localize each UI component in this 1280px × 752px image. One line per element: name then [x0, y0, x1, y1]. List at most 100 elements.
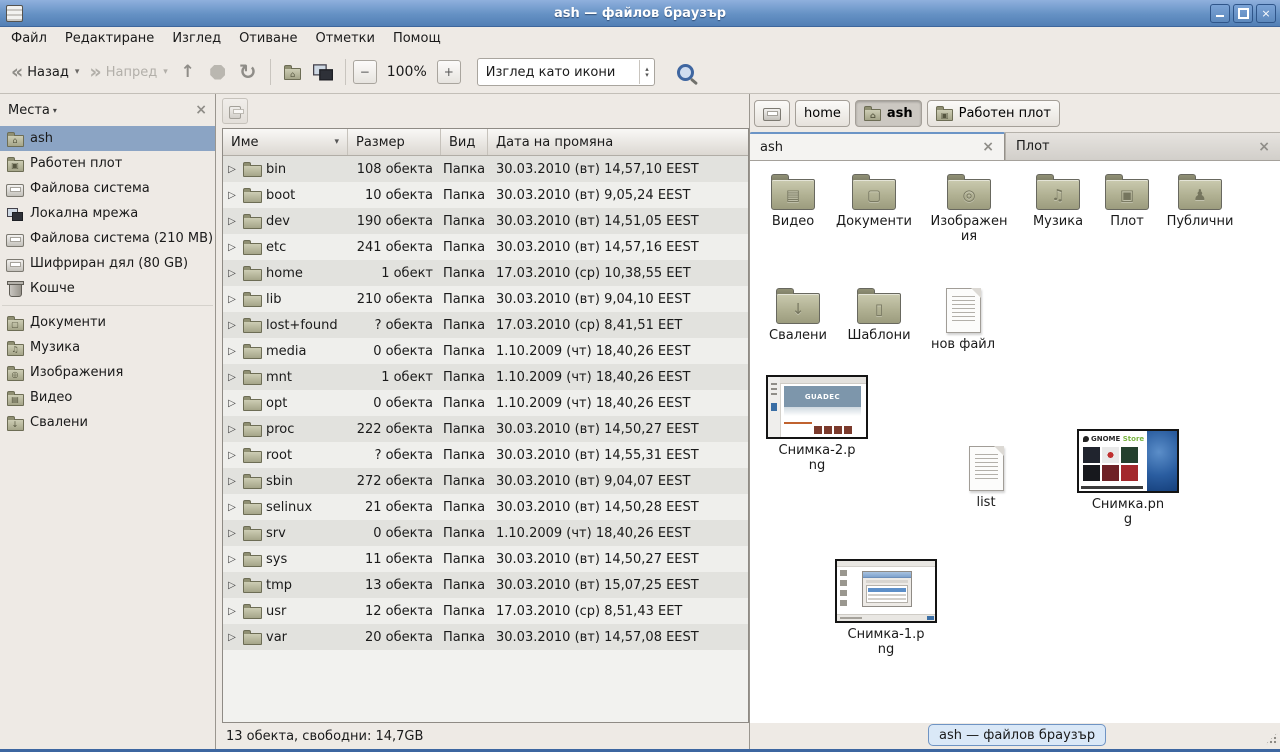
- close-button[interactable]: ×: [1256, 4, 1276, 23]
- tree-row-media[interactable]: ▷media0 обектаПапка1.10.2009 (чт) 18,40,…: [223, 338, 748, 364]
- iconview-item-snimka1[interactable]: Снимка-1.png: [830, 559, 942, 657]
- expander-icon[interactable]: ▷: [225, 476, 239, 487]
- expander-icon[interactable]: ▷: [225, 580, 239, 591]
- sidebar-item-network[interactable]: Локална мрежа: [0, 201, 215, 226]
- tree-row-sys[interactable]: ▷sys11 обектаПапка30.03.2010 (вт) 14,50,…: [223, 546, 748, 572]
- tab-close-icon[interactable]: ×: [1258, 139, 1270, 155]
- tree-row-home[interactable]: ▷home1 обектПапка17.03.2010 (ср) 10,38,5…: [223, 260, 748, 286]
- sidebar-item-videos[interactable]: ▤Видео: [0, 385, 215, 410]
- iconview-item-newfile[interactable]: нов файл: [917, 285, 1009, 352]
- iconview-item-public[interactable]: ♟Публични: [1154, 171, 1246, 229]
- back-dropdown-arrow[interactable]: ▾: [75, 67, 80, 77]
- menu-item-edit[interactable]: Редактиране: [56, 27, 163, 51]
- tree-row-lost+found[interactable]: ▷lost+found? обектаПапка17.03.2010 (ср) …: [223, 312, 748, 338]
- iconview-item-snimka2[interactable]: GUADECСнимка-2.png: [762, 375, 872, 473]
- resize-grip[interactable]: [1265, 732, 1278, 745]
- iconview-item-list[interactable]: list: [940, 443, 1032, 510]
- tree-row-bin[interactable]: ▷bin108 обектаПапка30.03.2010 (вт) 14,57…: [223, 156, 748, 182]
- sidebar-item-trash[interactable]: Кошче: [0, 276, 215, 301]
- expander-icon[interactable]: ▷: [225, 242, 239, 253]
- back-button[interactable]: « Назад ▾: [6, 60, 84, 84]
- stop-button[interactable]: [203, 58, 233, 86]
- expander-icon[interactable]: ▷: [225, 606, 239, 617]
- iconview-item-templates[interactable]: ▯Шаблони: [833, 285, 925, 343]
- sidebar-close-button[interactable]: ×: [195, 102, 207, 118]
- sidebar-item-pictures[interactable]: ◎Изображения: [0, 360, 215, 385]
- iconview-item-video[interactable]: ▤Видео: [750, 171, 836, 229]
- iconview-item-documents[interactable]: ▢Документи: [826, 171, 922, 229]
- expander-icon[interactable]: ▷: [225, 554, 239, 565]
- iconview-item-snimka[interactable]: GNOME StoreСнимка.png: [1072, 429, 1184, 527]
- iconview-item-downloads[interactable]: ↓Свалени: [752, 285, 844, 343]
- expander-icon[interactable]: ▷: [225, 320, 239, 331]
- expander-icon[interactable]: ▷: [225, 216, 239, 227]
- breadcrumb-desktop[interactable]: ▣Работен плот: [927, 100, 1060, 127]
- forward-button[interactable]: » Напред ▾: [84, 60, 172, 84]
- home-button[interactable]: ⌂: [278, 58, 308, 86]
- view-mode-select[interactable]: Изглед като икони ▴ ▾: [477, 58, 655, 86]
- expander-icon[interactable]: ▷: [225, 294, 239, 305]
- column-header-1[interactable]: Размер: [348, 129, 441, 155]
- tab-plot[interactable]: Плот×: [1005, 132, 1280, 160]
- tab-close-icon[interactable]: ×: [982, 139, 994, 155]
- sidebar-item-desktop[interactable]: ▣Работен плот: [0, 151, 215, 176]
- tree-row-var[interactable]: ▷var20 обектаПапка30.03.2010 (вт) 14,57,…: [223, 624, 748, 650]
- computer-button[interactable]: [308, 58, 338, 86]
- search-button[interactable]: [671, 57, 701, 87]
- zoom-out-button[interactable]: −: [353, 60, 377, 84]
- up-button[interactable]: ↑: [173, 58, 203, 86]
- sidebar-item-filesystem[interactable]: Файлова система: [0, 176, 215, 201]
- expander-icon[interactable]: ▷: [225, 502, 239, 513]
- breadcrumb-filesystem[interactable]: [754, 100, 790, 127]
- breadcrumb-ash[interactable]: ⌂ash: [855, 100, 922, 127]
- tree-row-tmp[interactable]: ▷tmp13 обектаПапка30.03.2010 (вт) 15,07,…: [223, 572, 748, 598]
- iconview-item-pictures[interactable]: ◎Изображения: [926, 171, 1012, 244]
- sidebar-item-documents[interactable]: ▢Документи: [0, 310, 215, 335]
- expander-icon[interactable]: ▷: [225, 346, 239, 357]
- menu-item-view[interactable]: Изглед: [163, 27, 230, 51]
- tree-row-boot[interactable]: ▷boot10 обектаПапка30.03.2010 (вт) 9,05,…: [223, 182, 748, 208]
- tree-row-etc[interactable]: ▷etc241 обектаПапка30.03.2010 (вт) 14,57…: [223, 234, 748, 260]
- expander-icon[interactable]: ▷: [225, 268, 239, 279]
- expander-icon[interactable]: ▷: [225, 528, 239, 539]
- reload-button[interactable]: ↻: [233, 58, 263, 86]
- tree-row-root[interactable]: ▷root? обектаПапка30.03.2010 (вт) 14,55,…: [223, 442, 748, 468]
- menu-item-file[interactable]: Файл: [2, 27, 56, 51]
- combo-spinner[interactable]: ▴ ▾: [640, 66, 654, 78]
- zoom-in-button[interactable]: +: [437, 60, 461, 84]
- expander-icon[interactable]: ▷: [225, 424, 239, 435]
- forward-dropdown-arrow[interactable]: ▾: [163, 67, 168, 77]
- tree-row-selinux[interactable]: ▷selinux21 обектаПапка30.03.2010 (вт) 14…: [223, 494, 748, 520]
- column-header-0[interactable]: Име▾: [223, 129, 348, 155]
- tree-row-srv[interactable]: ▷srv0 обектаПапка1.10.2009 (чт) 18,40,26…: [223, 520, 748, 546]
- column-header-3[interactable]: Дата на промяна: [488, 129, 748, 155]
- sidebar-item-encrypted-80gb[interactable]: Шифриран дял (80 GB): [0, 251, 215, 276]
- tree-row-mnt[interactable]: ▷mnt1 обектПапка1.10.2009 (чт) 18,40,26 …: [223, 364, 748, 390]
- minimize-button[interactable]: [1210, 4, 1230, 23]
- breadcrumb-home-dir[interactable]: home: [795, 100, 850, 127]
- column-header-2[interactable]: Вид: [441, 129, 488, 155]
- tree-row-dev[interactable]: ▷dev190 обектаПапка30.03.2010 (вт) 14,51…: [223, 208, 748, 234]
- menu-item-help[interactable]: Помощ: [384, 27, 450, 51]
- icon-view[interactable]: ▤Видео▢Документи◎Изображения♫Музика▣Плот…: [750, 160, 1280, 723]
- expander-icon[interactable]: ▷: [225, 372, 239, 383]
- expander-icon[interactable]: ▷: [225, 632, 239, 643]
- expander-icon[interactable]: ▷: [225, 450, 239, 461]
- tree-row-opt[interactable]: ▷opt0 обектаПапка1.10.2009 (чт) 18,40,26…: [223, 390, 748, 416]
- titlebar[interactable]: ash — файлов браузър ×: [0, 0, 1280, 27]
- sidebar-item-downloads[interactable]: ↓Свалени: [0, 410, 215, 435]
- tree-row-sbin[interactable]: ▷sbin272 обектаПапка30.03.2010 (вт) 9,04…: [223, 468, 748, 494]
- tab-ash[interactable]: ash×: [750, 132, 1005, 160]
- tree-row-usr[interactable]: ▷usr12 обектаПапка17.03.2010 (ср) 8,51,4…: [223, 598, 748, 624]
- expander-icon[interactable]: ▷: [225, 398, 239, 409]
- tree-row-lib[interactable]: ▷lib210 обектаПапка30.03.2010 (вт) 9,04,…: [223, 286, 748, 312]
- sidebar-item-home[interactable]: ⌂ash: [0, 126, 215, 151]
- tree-root-button[interactable]: [222, 98, 248, 124]
- maximize-button[interactable]: [1233, 4, 1253, 23]
- menu-item-go[interactable]: Отиване: [230, 27, 306, 51]
- sidebar-header[interactable]: Места ▾ ×: [0, 94, 215, 126]
- sidebar-item-volume-210mb[interactable]: Файлова система (210 MB): [0, 226, 215, 251]
- menu-item-bookmarks[interactable]: Отметки: [306, 27, 383, 51]
- sidebar-item-music[interactable]: ♫Музика: [0, 335, 215, 360]
- expander-icon[interactable]: ▷: [225, 190, 239, 201]
